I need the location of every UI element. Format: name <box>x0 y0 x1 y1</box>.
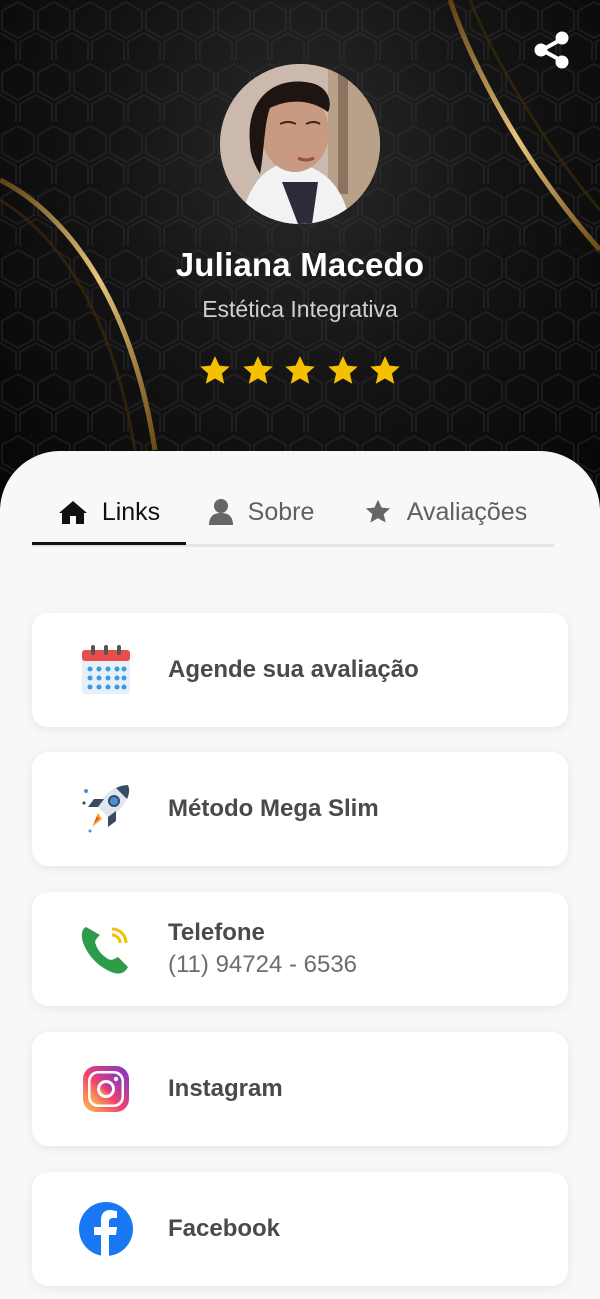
link-title: Instagram <box>168 1075 283 1102</box>
profile-role: Estética Integrativa <box>202 296 398 322</box>
rating-stars <box>198 354 402 390</box>
tab-links[interactable]: Links <box>32 482 186 545</box>
link-card-facebook[interactable]: Facebook <box>32 1172 568 1286</box>
link-subtitle: (11) 94724 - 6536 <box>168 951 358 978</box>
profile-header: Juliana Macedo Estética Integrativa <box>0 0 600 520</box>
tab-label: Links <box>101 497 161 526</box>
tab-label: Sobre <box>247 497 315 526</box>
star-icon <box>370 356 400 384</box>
star-icon <box>200 356 230 384</box>
star-icon <box>285 356 315 384</box>
link-card-metodo[interactable]: Método Mega Slim <box>32 752 568 866</box>
share-button[interactable] <box>530 28 574 72</box>
link-title: Agende sua avaliação <box>168 656 419 683</box>
link-card-instagram[interactable]: Instagram <box>32 1032 568 1146</box>
link-card-telefone[interactable]: Telefone (11) 94724 - 6536 <box>32 892 568 1006</box>
star-icon <box>365 499 390 523</box>
tab-avaliacoes[interactable]: Avaliações <box>336 482 554 542</box>
instagram-icon <box>78 1061 134 1117</box>
phone-icon <box>78 921 134 977</box>
user-icon <box>208 499 233 525</box>
link-title: Método Mega Slim <box>168 795 379 822</box>
home-icon <box>58 501 87 524</box>
rocket-icon <box>78 781 134 837</box>
tab-bar: Links Sobre Avaliações <box>32 482 554 547</box>
link-title: Telefone <box>168 919 265 946</box>
star-icon <box>327 356 358 384</box>
star-icon <box>242 356 273 384</box>
link-card-agendamento[interactable]: Agende sua avaliação <box>32 613 568 727</box>
profile-avatar <box>220 64 380 224</box>
profile-name: Juliana Macedo <box>175 246 425 283</box>
tab-sobre[interactable]: Sobre <box>186 482 336 542</box>
share-icon <box>534 31 569 69</box>
tab-label: Avaliações <box>406 497 528 526</box>
calendar-icon <box>78 642 134 698</box>
link-title: Facebook <box>168 1215 281 1242</box>
facebook-icon <box>78 1201 134 1257</box>
